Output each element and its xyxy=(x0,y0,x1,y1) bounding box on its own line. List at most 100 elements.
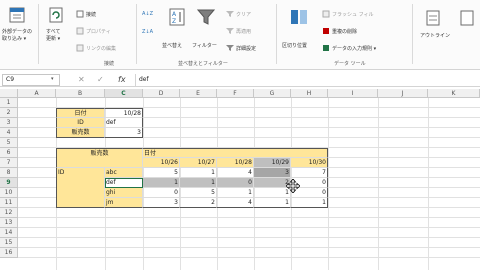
what-if-icon[interactable] xyxy=(460,10,474,26)
row-header-10[interactable]: 10 xyxy=(0,188,18,198)
date-header-1028[interactable]: 10/28 xyxy=(217,158,254,168)
pivot-date-header[interactable]: 日付 xyxy=(143,148,328,158)
row-header-8[interactable]: 8 xyxy=(0,168,18,178)
column-header-f[interactable]: F xyxy=(217,89,254,98)
row-header-12[interactable]: 12 xyxy=(0,208,18,218)
pivot-cell[interactable]: 7 xyxy=(291,168,328,178)
pivot-cell[interactable]: 4 xyxy=(217,168,254,178)
group-separator xyxy=(136,4,137,64)
pivot-cell[interactable]: 3 xyxy=(254,168,291,178)
column-header-a[interactable]: A xyxy=(18,89,56,98)
filter-button[interactable]: フィルター xyxy=(192,4,220,54)
sort-desc-icon: Z↓A xyxy=(142,29,154,35)
formula-input[interactable]: def xyxy=(135,74,478,86)
pivot-id-ghi[interactable]: ghi xyxy=(105,188,143,198)
pivot-cell[interactable]: 1 xyxy=(217,188,254,198)
pivot-corner-sales[interactable]: 販売数 xyxy=(56,148,143,168)
pivot-id-header[interactable]: ID xyxy=(56,168,105,208)
enter-button[interactable]: ✓ xyxy=(97,74,104,86)
pivot-id-def[interactable]: def xyxy=(105,178,143,188)
text-to-columns-label: 区切り位置 xyxy=(282,43,308,49)
consolidate-icon[interactable] xyxy=(426,10,440,26)
column-header-h[interactable]: H xyxy=(291,89,328,98)
data-validation-label: データの入力規則 ▾ xyxy=(332,46,377,52)
pivot-cell[interactable]: 3 xyxy=(143,198,180,208)
sort-asc-icon: A↓Z xyxy=(142,11,154,17)
funnel-icon xyxy=(197,9,215,25)
cancel-button[interactable]: ✕ xyxy=(78,74,85,86)
group-separator xyxy=(38,4,39,64)
pivot-cell[interactable]: 1 xyxy=(180,168,217,178)
pivot-id-jm[interactable]: jm xyxy=(105,198,143,208)
properties-label: プロパティ xyxy=(86,29,111,35)
row-header-4[interactable]: 4 xyxy=(0,128,18,138)
row-header-14[interactable]: 14 xyxy=(0,228,18,238)
edit-links-label: リンクの編集 xyxy=(86,46,117,52)
get-data-button[interactable]: 外部データの 取り込み ▾ xyxy=(2,4,32,54)
pivot-id-abc[interactable]: abc xyxy=(105,168,143,178)
pivot-cell[interactable]: 1 xyxy=(180,178,217,188)
pivot-cell[interactable]: 5 xyxy=(143,168,180,178)
row-header-1[interactable]: 1 xyxy=(0,98,18,108)
pivot-cell[interactable]: 1 xyxy=(291,198,328,208)
move-cursor-icon xyxy=(286,179,300,193)
sort-asc-button[interactable]: A↓Z xyxy=(142,10,156,20)
clear-filter-icon xyxy=(226,11,234,17)
properties-icon xyxy=(76,27,84,35)
criteria-value-sales[interactable]: 3 xyxy=(105,128,143,138)
criteria-label-id[interactable]: ID xyxy=(56,118,105,128)
row-header-6[interactable]: 6 xyxy=(0,148,18,158)
sort-button[interactable]: AZ 並べ替え xyxy=(162,4,190,54)
flash-fill-label: フラッシュ フィル xyxy=(332,12,374,18)
refresh-all-label-2: 更新 ▾ xyxy=(46,36,61,42)
text-to-columns-button[interactable]: 区切り位置 xyxy=(282,4,316,54)
criteria-value-date[interactable]: 10/28 xyxy=(105,108,143,118)
row-header-5[interactable]: 5 xyxy=(0,138,18,148)
worksheet-grid[interactable]: A B C D E F G H I J K 1 2 3 4 5 6 7 8 9 … xyxy=(0,89,480,270)
date-header-1030[interactable]: 10/30 xyxy=(291,158,328,168)
row-header-11[interactable]: 11 xyxy=(0,198,18,208)
pivot-cell[interactable]: 1 xyxy=(143,178,180,188)
row-header-3[interactable]: 3 xyxy=(0,118,18,128)
formula-bar: C9 ▾ ✕ ✓ fx def xyxy=(0,73,480,87)
criteria-label-sales[interactable]: 販売数 xyxy=(56,128,105,138)
ribbon: 外部データの 取り込み ▾ すべて 更新 ▾ 接続 プロパティ リンクの編集 接… xyxy=(0,0,480,70)
criteria-label-date[interactable]: 日付 xyxy=(56,108,105,118)
column-header-g[interactable]: G xyxy=(254,89,291,98)
column-header-i[interactable]: I xyxy=(328,89,378,98)
column-header-e[interactable]: E xyxy=(180,89,217,98)
refresh-icon xyxy=(49,7,63,23)
insert-function-button[interactable]: fx xyxy=(118,74,126,86)
pivot-cell[interactable]: 0 xyxy=(217,178,254,188)
pivot-cell[interactable]: 4 xyxy=(217,198,254,208)
column-header-d[interactable]: D xyxy=(143,89,180,98)
pivot-cell[interactable]: 5 xyxy=(180,188,217,198)
date-header-1027[interactable]: 10/27 xyxy=(180,158,217,168)
pivot-cell[interactable]: 2 xyxy=(180,198,217,208)
connections-label: 接続 xyxy=(86,12,97,18)
criteria-value-id[interactable]: def xyxy=(105,118,143,128)
date-header-1029[interactable]: 10/29 xyxy=(254,158,291,168)
row-header-16[interactable]: 16 xyxy=(0,248,18,258)
column-header-c[interactable]: C xyxy=(105,89,143,98)
row-header-13[interactable]: 13 xyxy=(0,218,18,228)
get-data-label-1: 外部データの xyxy=(2,29,33,35)
pivot-cell[interactable]: 1 xyxy=(254,198,291,208)
outline-button[interactable]: アウトライン xyxy=(420,30,460,42)
column-header-j[interactable]: J xyxy=(378,89,428,98)
name-box-dropdown-icon[interactable]: ▾ xyxy=(51,76,54,82)
row-header-2[interactable]: 2 xyxy=(0,108,18,118)
select-all-corner[interactable] xyxy=(0,89,18,98)
outline-label: アウトライン xyxy=(420,33,451,39)
column-header-k[interactable]: K xyxy=(428,89,480,98)
row-header-7[interactable]: 7 xyxy=(0,158,18,168)
refresh-all-button[interactable]: すべて 更新 ▾ xyxy=(42,4,70,54)
remove-duplicates-icon xyxy=(323,28,329,34)
advanced-filter-icon xyxy=(226,45,234,51)
sort-desc-button[interactable]: Z↓A xyxy=(142,28,156,38)
date-header-1026[interactable]: 10/26 xyxy=(143,158,180,168)
column-header-b[interactable]: B xyxy=(56,89,105,98)
pivot-cell[interactable]: 0 xyxy=(143,188,180,198)
row-header-9[interactable]: 9 xyxy=(0,178,18,188)
row-header-15[interactable]: 15 xyxy=(0,238,18,248)
